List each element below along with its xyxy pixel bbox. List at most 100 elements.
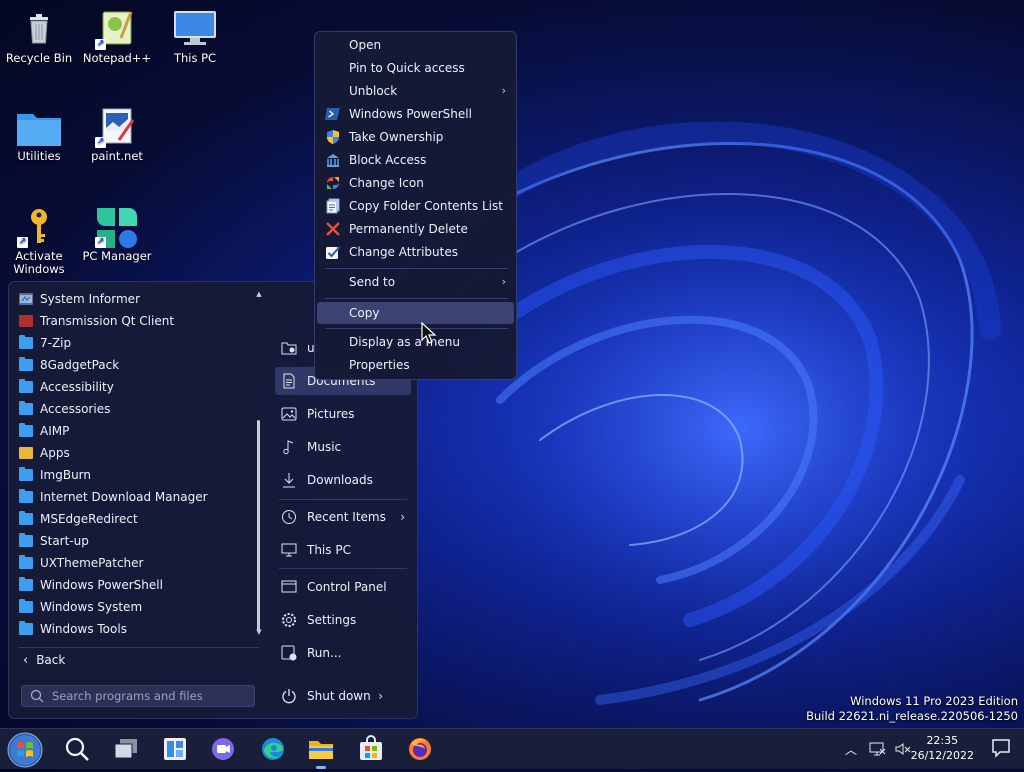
mouse-cursor-icon [421,322,437,344]
monitor-icon [281,542,297,558]
file-explorer-button[interactable] [307,735,335,769]
menu-item-display-as-a-menu[interactable]: Display as a menu [317,331,514,353]
program-item[interactable]: AIMP [19,420,259,442]
menu-item-copy[interactable]: Copy [317,302,514,324]
chevron-right-icon[interactable]: › [378,689,383,703]
edge-button[interactable] [259,735,287,763]
menu-item-open[interactable]: Open [317,34,514,56]
clock-icon [281,509,297,525]
folder-icon [19,379,33,393]
desktop-icon-notepad-plus-plus[interactable]: ↗ Notepad++ [81,8,153,65]
start-item-downloads[interactable]: Downloads [275,466,411,494]
start-item-settings[interactable]: Settings [275,606,411,634]
program-item[interactable]: Transmission Qt Client [19,310,259,332]
chevron-up-icon[interactable]: ︿ [842,741,860,758]
desktop-icon-paintnet[interactable]: ↗ paint.net [81,106,153,163]
menu-item-change-icon[interactable]: Change Icon [317,172,514,194]
shortcut-arrow-icon: ↗ [95,237,106,248]
control-panel-icon [281,579,297,595]
clock[interactable]: 22:35 26/12/2022 [911,733,974,763]
file-explorer-icon [309,741,333,759]
start-item-recent-items[interactable]: Recent Items › [275,503,411,531]
menu-item-change-attributes[interactable]: Change Attributes [317,241,514,263]
menu-item-permanently-delete[interactable]: Permanently Delete [317,218,514,240]
powershell-icon [325,106,341,122]
volume-muted-icon[interactable] [894,740,912,758]
search-button[interactable] [63,735,91,763]
desktop-icon-label: Utilities [17,149,61,163]
shortcut-arrow-icon: ↗ [17,237,28,248]
program-item[interactable]: Accessibility [19,376,259,398]
menu-item-block-access[interactable]: Block Access [317,149,514,171]
start-item-music[interactable]: Music [275,433,411,461]
start-item-pictures[interactable]: Pictures [275,400,411,428]
program-item[interactable]: System Informer [19,288,259,310]
folder-icon [17,106,61,146]
menu-item-windows-powershell[interactable]: Windows PowerShell [317,103,514,125]
program-item[interactable]: ImgBurn [19,464,259,486]
notifications-button[interactable] [990,737,1012,759]
desktop-icon-label: paint.net [91,149,143,163]
scroll-down-icon[interactable]: ▼ [255,628,263,636]
user-folder-icon [281,340,297,356]
menu-item-pin-to-quick-access[interactable]: Pin to Quick access [317,57,514,79]
edition-text: Windows 11 Pro 2023 Edition [850,694,1018,708]
desktop-icon-label: This PC [173,51,217,65]
firefox-button[interactable] [406,735,434,763]
widgets-button[interactable] [161,735,189,763]
store-button[interactable] [357,735,385,763]
start-item-this-pc[interactable]: This PC [275,536,411,564]
program-item[interactable]: MSEdgeRedirect [19,508,259,530]
program-item[interactable]: Internet Download Manager [19,486,259,508]
shut-down-button[interactable]: Shut down › [275,682,385,710]
search-input[interactable]: Search programs and files [21,685,255,707]
clock-time: 22:35 [926,734,959,747]
program-list-scrollbar[interactable]: ▲ ▼ [255,290,263,640]
chevron-right-icon: › [400,510,405,524]
desktop-icon-label: PC Manager [82,249,152,263]
chevron-right-icon: › [501,84,506,97]
scroll-thumb[interactable] [257,420,260,630]
program-item[interactable]: UXThemePatcher [19,552,259,574]
program-item[interactable]: 8GadgetPack [19,354,259,376]
program-item[interactable]: Windows Tools [19,618,259,640]
program-item[interactable]: Apps [19,442,259,464]
widgets-icon [164,738,186,760]
program-item[interactable]: 7-Zip [19,332,259,354]
task-view-button[interactable] [112,735,140,763]
back-button[interactable]: ‹ Back [19,647,259,672]
task-view-icon [114,739,137,759]
program-item[interactable]: Windows PowerShell [19,574,259,596]
desktop-icon-recycle-bin[interactable]: Recycle Bin [3,8,75,65]
start-item-run[interactable]: Run... [275,639,411,667]
system-informer-icon [19,293,33,305]
picture-icon [281,406,297,422]
menu-item-copy-folder-contents-list[interactable]: Copy Folder Contents List [317,195,514,217]
folder-icon [19,423,33,437]
program-item[interactable]: Windows System [19,596,259,618]
apps-folder-icon [19,447,33,459]
teams-chat-button[interactable] [209,735,237,763]
scroll-up-icon[interactable]: ▲ [255,290,263,298]
separator [279,499,407,500]
menu-item-unblock[interactable]: Unblock › [317,80,514,102]
program-item[interactable]: Accessories [19,398,259,420]
system-tray: ︿ [842,729,912,769]
desktop-icon-label: Activate Windows [13,249,65,276]
desktop-icon-this-pc[interactable]: This PC [159,8,231,65]
desktop-icon-pc-manager[interactable]: ↗ PC Manager [81,206,153,263]
start-item-control-panel[interactable]: Control Panel [275,573,411,601]
desktop-icon-utilities[interactable]: Utilities [3,106,75,163]
menu-item-take-ownership[interactable]: Take Ownership [317,126,514,148]
start-button[interactable] [6,731,44,769]
menu-item-properties[interactable]: Properties [317,354,514,376]
network-icon[interactable] [868,740,886,758]
shortcut-arrow-icon: ↗ [95,137,106,148]
desktop-icon-activate-windows[interactable]: ↗ Activate Windows [3,206,75,276]
folder-icon [19,489,33,503]
gear-icon [281,612,297,628]
menu-item-send-to[interactable]: Send to › [317,271,514,293]
separator [325,298,508,299]
program-item[interactable]: Start-up [19,530,259,552]
desktop-icon-label: Notepad++ [82,51,152,65]
